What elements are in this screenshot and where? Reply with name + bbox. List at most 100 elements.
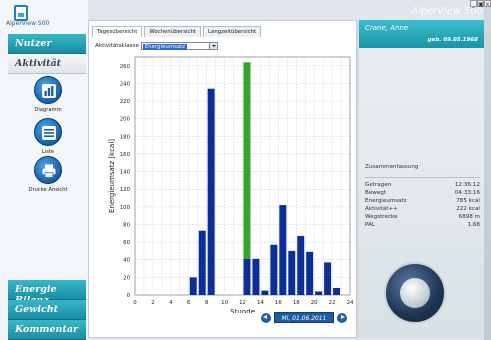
diagramm-button[interactable]: Diagramm — [20, 76, 76, 113]
minimize-button[interactable]: _ — [470, 0, 477, 8]
liste-button[interactable]: Liste — [20, 118, 76, 155]
x-tick-label: 18 — [293, 300, 300, 306]
close-button[interactable]: x — [484, 0, 491, 8]
user-name: Crane, Anne — [365, 24, 409, 32]
x-tick-label: 24 — [347, 300, 354, 306]
tab-wochenuebersicht[interactable]: Wochenübersicht — [144, 26, 202, 37]
summary-title: Zusammenfassung — [365, 164, 419, 170]
date-display[interactable]: Mi, 01.06.2011 — [274, 312, 334, 323]
bar — [324, 262, 332, 295]
user-birthdate: geb. 09.05.1968 — [427, 37, 478, 43]
summary-value: 12:36:12 — [454, 182, 480, 188]
activity-class-label: Aktivitätsklasse — [95, 43, 139, 49]
activity-class-row: Aktivitätsklasse Energieumsatz — [95, 42, 218, 50]
summary-label: Getragen — [365, 182, 392, 188]
x-tick-label: 14 — [257, 300, 264, 306]
bar — [270, 244, 278, 295]
next-day-button[interactable] — [337, 312, 347, 323]
bar — [279, 205, 287, 295]
summary-value: 222 kcal — [456, 206, 480, 212]
summary-row: Wegstrecke 6898 m — [365, 214, 480, 222]
summary-label: Bewegt — [365, 190, 387, 196]
tab-langzeituebersicht[interactable]: Langzeitübersicht — [203, 26, 262, 37]
bar — [297, 235, 305, 295]
diagramm-label: Diagramm — [34, 107, 62, 113]
bar-chart-icon — [34, 76, 62, 104]
liste-label: Liste — [41, 149, 55, 155]
summary-value: 1,68 — [467, 222, 480, 228]
nav-gewicht-button[interactable]: Gewicht — [8, 300, 86, 320]
bar-highlight — [243, 62, 251, 259]
maximize-button[interactable]: ▣ — [477, 0, 484, 8]
list-icon — [34, 118, 62, 146]
main-panel: Tagesübersicht Wochenübersicht Langzeitü… — [88, 20, 357, 338]
date-navigation: Mi, 01.06.2011 — [261, 312, 347, 323]
bar — [198, 230, 206, 295]
x-tick-label: 0 — [133, 300, 137, 306]
y-tick-label: 60 — [123, 240, 130, 246]
bar — [252, 258, 260, 295]
bar — [315, 291, 323, 295]
nav-kommentar-button[interactable]: Kommentar — [8, 320, 86, 340]
divider — [365, 177, 480, 178]
y-tick-label: 200 — [120, 117, 131, 123]
summary-panel: Zusammenfassung Getragen 12:36:12 Bewegt 0… — [365, 164, 480, 230]
bar — [333, 287, 341, 295]
tab-tagesuebersicht[interactable]: Tagesübersicht — [92, 26, 143, 37]
y-axis-title: Energieumsatz [kcal] — [108, 139, 116, 213]
summary-label: Energieumsatz — [365, 198, 407, 204]
x-tick-label: 6 — [187, 300, 191, 306]
logo-icon — [14, 5, 28, 21]
x-tick-label: 2 — [151, 300, 154, 306]
drucke-ansicht-button[interactable]: Drucke Ansicht — [20, 156, 76, 193]
nav-aktivitaet-button[interactable]: Aktivität — [8, 54, 86, 74]
summary-row: Getragen 12:36:12 — [365, 182, 480, 190]
summary-value: 04:33:16 — [454, 190, 480, 196]
energy-bar-chart: 0204060801001201401601802002202402600 2 4 6… — [108, 56, 354, 313]
y-tick-label: 140 — [120, 170, 131, 176]
summary-row: Energieumsatz 785 kcal — [365, 198, 480, 206]
summary-row: Bewegt 04:33:16 — [365, 190, 480, 198]
summary-label: PAL — [365, 222, 375, 228]
nav-nutzer-button[interactable]: Nutzer — [8, 34, 86, 54]
bar — [288, 250, 296, 295]
user-header: Crane, Anne geb. 09.05.1968 — [359, 20, 484, 48]
drucke-ansicht-label: Drucke Ansicht — [28, 187, 68, 193]
y-tick-label: 20 — [123, 275, 130, 281]
y-tick-label: 240 — [120, 81, 131, 87]
activity-class-value: Energieumsatz — [142, 43, 188, 50]
summary-label: Wegstrecke — [365, 214, 398, 220]
x-tick-label: 8 — [205, 300, 209, 306]
y-tick-label: 120 — [120, 187, 131, 193]
y-tick-label: 0 — [127, 293, 131, 299]
y-tick-label: 100 — [120, 205, 131, 211]
logo-text: AlperView 500 — [6, 20, 50, 27]
y-tick-label: 220 — [120, 99, 131, 105]
summary-value: 785 kcal — [456, 198, 480, 204]
summary-row: PAL 1,68 — [365, 222, 480, 230]
window-edge — [484, 0, 491, 340]
x-tick-label: 4 — [169, 300, 173, 306]
printer-icon — [34, 156, 62, 184]
chevron-down-icon — [208, 43, 217, 49]
y-tick-label: 260 — [120, 64, 131, 70]
summary-label: Aktivität++ — [365, 206, 398, 212]
app-logo: AlperView 500 — [6, 4, 54, 28]
x-axis-title: Stunde — [230, 308, 255, 313]
y-tick-label: 180 — [120, 134, 131, 140]
view-tabs: Tagesübersicht Wochenübersicht Langzeitü… — [92, 26, 262, 37]
activity-class-select[interactable]: Energieumsatz — [140, 42, 218, 50]
nav-energie-bilanz-button[interactable]: Energie Bilanz — [8, 280, 86, 306]
summary-value: 6898 m — [458, 214, 480, 220]
bar — [306, 251, 314, 295]
summary-row: Aktivität++ 222 kcal — [365, 206, 480, 214]
tools-button[interactable] — [384, 262, 446, 324]
bar — [189, 277, 197, 295]
x-tick-label: 20 — [311, 300, 318, 306]
x-tick-label: 22 — [329, 300, 336, 306]
bar — [207, 88, 215, 295]
window-controls: _ ▣ x — [470, 0, 491, 8]
sidebar: AlperView 500 Nutzer Aktivität Diagramm … — [0, 0, 88, 340]
x-tick-label: 10 — [221, 300, 228, 306]
previous-day-button[interactable] — [261, 312, 271, 323]
